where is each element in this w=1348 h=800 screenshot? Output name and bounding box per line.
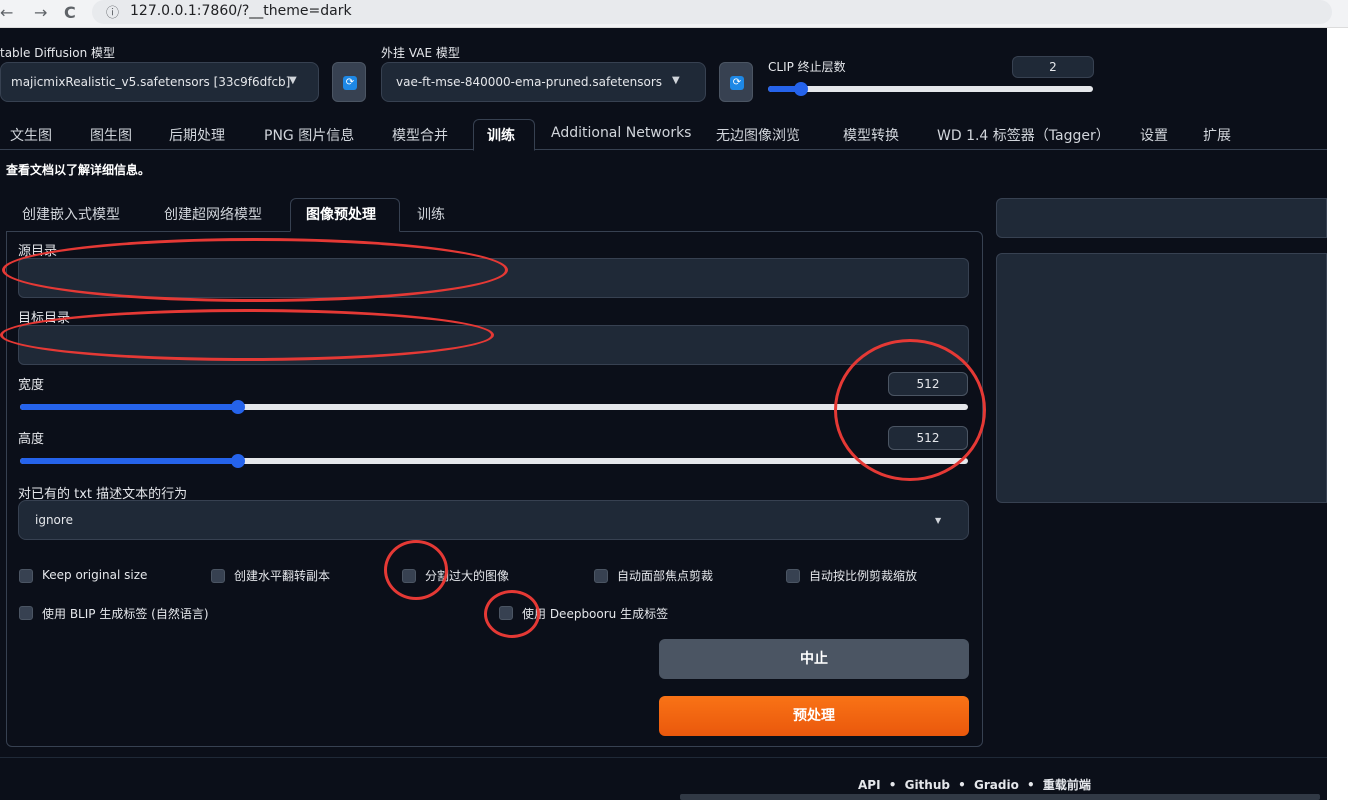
sd-model-label: table Diffusion 模型 — [0, 46, 116, 60]
flip-copy-label[interactable]: 创建水平翻转副本 — [234, 567, 330, 584]
blip-caption-label[interactable]: 使用 BLIP 生成标签 (自然语言) — [42, 605, 209, 622]
width-number[interactable]: 512 — [888, 372, 968, 396]
footer-separator: • — [958, 778, 966, 792]
back-icon[interactable]: ← — [0, 3, 13, 22]
chevron-down-icon: ▼ — [672, 75, 680, 86]
refresh-icon: ⟳ — [730, 76, 744, 90]
reload-icon[interactable]: C — [64, 3, 76, 22]
address-bar[interactable]: ⓘ 127.0.0.1:7860/?__theme=dark — [92, 0, 1332, 24]
sd-model-refresh-button[interactable]: ⟳ — [332, 62, 366, 102]
split-oversized-checkbox[interactable] — [402, 569, 416, 583]
height-number[interactable]: 512 — [888, 426, 968, 450]
source-dir-input[interactable] — [18, 258, 969, 298]
output-info-box — [996, 253, 1327, 503]
tab-wd-tagger[interactable]: WD 1.4 标签器（Tagger） — [937, 125, 1110, 145]
browser-toolbar: ← → C ⓘ 127.0.0.1:7860/?__theme=dark — [0, 0, 1348, 28]
height-thumb[interactable] — [231, 454, 246, 468]
tab-extras[interactable]: 后期处理 — [169, 125, 225, 145]
keep-original-size-checkbox[interactable] — [19, 569, 33, 583]
caption-behavior-dropdown[interactable]: ignore ▼ — [18, 500, 969, 540]
subtab-preprocess-images[interactable]: 图像预处理 — [306, 204, 376, 224]
url-text[interactable]: 127.0.0.1:7860/?__theme=dark — [130, 3, 352, 19]
width-fill — [20, 404, 239, 410]
window-edge — [1327, 28, 1348, 800]
vae-dropdown[interactable]: vae-ft-mse-840000-ema-pruned.safetensors… — [381, 62, 706, 102]
vae-value: vae-ft-mse-840000-ema-pruned.safetensors — [396, 75, 663, 89]
clip-skip-slider[interactable] — [768, 82, 1093, 96]
forward-icon[interactable]: → — [34, 3, 47, 22]
height-fill — [20, 458, 239, 464]
output-status-box — [996, 198, 1327, 238]
tab-png-info[interactable]: PNG 图片信息 — [264, 125, 354, 145]
footer-link-gradio[interactable]: Gradio — [974, 778, 1019, 792]
subtab-create-embedding[interactable]: 创建嵌入式模型 — [22, 204, 120, 224]
chevron-down-icon: ▼ — [935, 516, 942, 525]
tab-txt2img[interactable]: 文生图 — [10, 125, 52, 145]
footer-link-reload-ui[interactable]: 重载前端 — [1043, 778, 1091, 792]
width-slider[interactable] — [20, 400, 968, 414]
tab-checkpoint-merger[interactable]: 模型合并 — [392, 125, 448, 145]
clip-skip-label: CLIP 终止层数 — [768, 60, 846, 74]
docs-hint[interactable]: 查看文档以了解详细信息。 — [6, 161, 150, 178]
width-label: 宽度 — [18, 378, 45, 393]
keep-original-size-label[interactable]: Keep original size — [42, 568, 147, 582]
target-dir-label: 目标目录 — [18, 311, 71, 326]
footer-link-api[interactable]: API — [858, 778, 881, 792]
flip-copy-checkbox[interactable] — [211, 569, 225, 583]
subtab-create-hypernetwork[interactable]: 创建超网络模型 — [164, 204, 262, 224]
clip-skip-thumb[interactable] — [793, 82, 808, 96]
auto-sized-crop-checkbox[interactable] — [786, 569, 800, 583]
blip-caption-checkbox[interactable] — [19, 606, 33, 620]
auto-focal-crop-checkbox[interactable] — [594, 569, 608, 583]
tab-img2img[interactable]: 图生图 — [90, 125, 132, 145]
footer-link-github[interactable]: Github — [905, 778, 950, 792]
clip-skip-number[interactable]: 2 — [1012, 56, 1094, 78]
caption-behavior-value: ignore — [35, 513, 73, 527]
deepbooru-caption-label[interactable]: 使用 Deepbooru 生成标签 — [522, 605, 668, 622]
target-dir-input[interactable] — [18, 325, 969, 365]
tab-extensions[interactable]: 扩展 — [1203, 125, 1231, 145]
chevron-down-icon: ▼ — [289, 75, 297, 86]
height-slider[interactable] — [20, 454, 968, 468]
refresh-icon: ⟳ — [343, 76, 357, 90]
tab-additional-networks[interactable]: Additional Networks — [551, 125, 691, 141]
source-dir-label: 源目录 — [18, 244, 58, 259]
footer-separator: • — [888, 778, 897, 792]
sd-model-dropdown[interactable]: majicmixRealistic_v5.safetensors [33c9f6… — [0, 62, 319, 102]
auto-focal-crop-label[interactable]: 自动面部焦点剪裁 — [617, 567, 713, 584]
footer-separator: • — [1027, 778, 1035, 792]
vae-label: 外挂 VAE 模型 — [381, 46, 460, 60]
split-oversized-label[interactable]: 分割过大的图像 — [425, 567, 509, 584]
preprocess-button[interactable]: 预处理 — [659, 696, 969, 736]
vae-refresh-button[interactable]: ⟳ — [719, 62, 753, 102]
deepbooru-caption-checkbox[interactable] — [499, 606, 513, 620]
sd-model-value: majicmixRealistic_v5.safetensors [33c9f6… — [11, 75, 291, 89]
subtab-train[interactable]: 训练 — [417, 204, 445, 224]
height-label: 高度 — [18, 432, 45, 447]
width-thumb[interactable] — [231, 400, 246, 414]
footer-links: API • Github • Gradio • 重载前端 — [858, 776, 1095, 793]
tab-model-converter[interactable]: 模型转换 — [843, 125, 899, 145]
tab-infinite-image-browsing[interactable]: 无边图像浏览 — [716, 125, 800, 145]
footer-version-info — [680, 794, 1320, 800]
tab-train[interactable]: 训练 — [487, 125, 515, 145]
auto-sized-crop-label[interactable]: 自动按比例剪裁缩放 — [809, 567, 917, 584]
interrupt-button[interactable]: 中止 — [659, 639, 969, 679]
footer-divider — [0, 757, 1327, 758]
main-tab-bar: 文生图 图生图 后期处理 PNG 图片信息 模型合并 训练 Additional… — [0, 119, 1327, 151]
site-info-icon[interactable]: ⓘ — [106, 2, 119, 21]
tab-settings[interactable]: 设置 — [1140, 125, 1168, 145]
